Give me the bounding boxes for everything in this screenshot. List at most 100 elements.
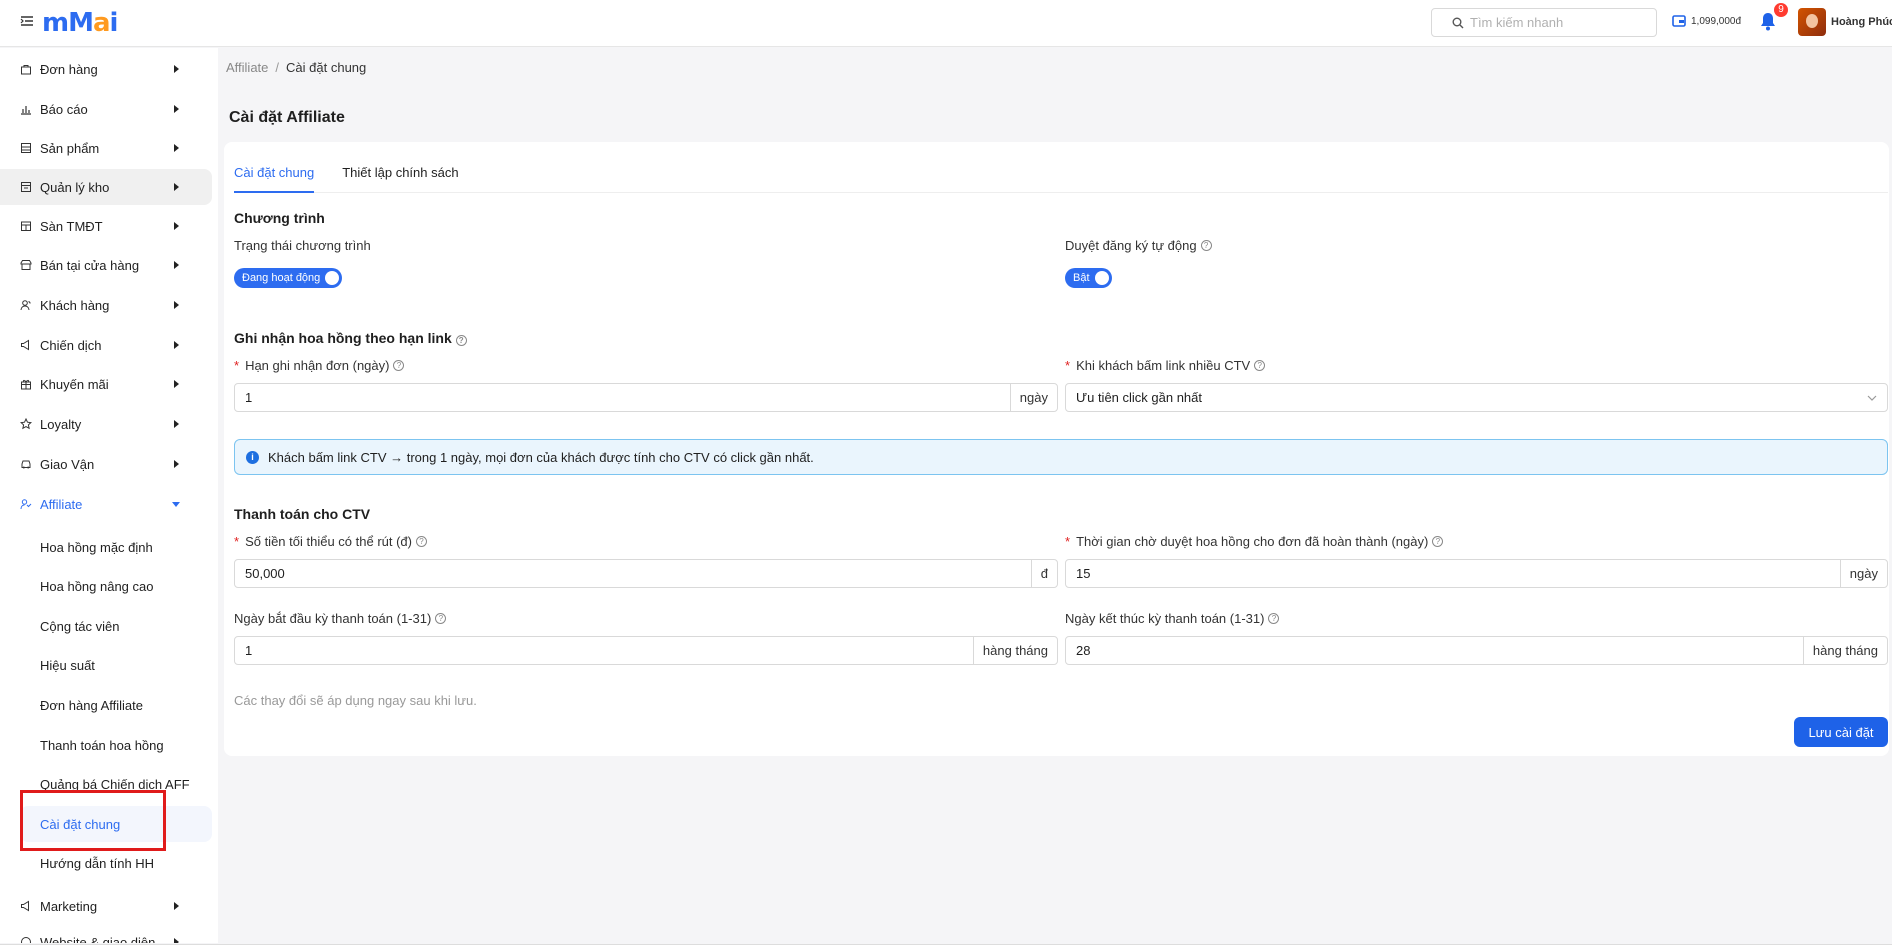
sidebar-subitem-performance[interactable]: Hiệu suất [0, 647, 212, 683]
caret-right-icon [174, 301, 179, 309]
sidebar-item-loyalty[interactable]: Loyalty [0, 406, 212, 442]
bag-icon [20, 63, 32, 75]
caret-right-icon [174, 902, 179, 910]
quick-search[interactable] [1431, 8, 1657, 37]
wait-time-field: ngày [1065, 559, 1888, 588]
sidebar-subitem-commission-payment[interactable]: Thanh toán hoa hồng [0, 727, 212, 763]
sidebar-item-pos[interactable]: Bán tại cửa hàng [0, 247, 212, 283]
sidebar-subitem-collaborators[interactable]: Cộng tác viên [0, 608, 212, 644]
sidebar-item-website[interactable]: Website & giao diện [0, 924, 212, 943]
sidebar-item-label: Affiliate [40, 496, 83, 512]
sidebar-subitem-advanced-commission[interactable]: Hoa hồng nâng cao [0, 568, 212, 604]
period-end-input[interactable] [1066, 637, 1803, 664]
multi-ctv-selected-value: Ưu tiên click gần nhất [1076, 390, 1203, 405]
bottom-scrollbar[interactable] [0, 944, 1892, 951]
affiliate-icon [20, 498, 32, 510]
section-title-payment: Thanh toán cho CTV [234, 506, 371, 522]
help-icon[interactable]: ? [1200, 240, 1212, 251]
chart-icon [20, 103, 32, 115]
sidebar-item-marketplace[interactable]: Sàn TMĐT [0, 208, 212, 244]
help-icon[interactable]: ? [455, 335, 467, 346]
help-icon[interactable]: ? [1432, 536, 1444, 547]
deadline-input[interactable] [235, 384, 1010, 411]
section-title-commission-text: Ghi nhận hoa hồng theo hạn link [234, 330, 452, 346]
sidebar-item-reports[interactable]: Báo cáo [0, 91, 212, 127]
info-alert-text: Khách bấm link CTV → trong 1 ngày, mọi đ… [268, 449, 814, 465]
sidebar-item-label: Marketing [40, 898, 98, 914]
min-withdraw-unit: đ [1030, 560, 1057, 587]
multi-ctv-label: * Khi khách bấm link nhiều CTV? [1065, 358, 1266, 373]
period-start-input[interactable] [235, 637, 973, 664]
menu-collapse-icon[interactable] [20, 14, 36, 30]
help-icon[interactable]: ? [416, 536, 427, 547]
sidebar-item-label: Sàn TMĐT [40, 218, 103, 234]
avatar [1798, 8, 1826, 36]
website-icon [20, 936, 32, 943]
sidebar-item-customers[interactable]: Khách hàng [0, 287, 212, 323]
wallet-balance[interactable]: 1,099,000đ [1672, 14, 1741, 28]
sidebar-item-label: Đơn hàng [40, 61, 98, 77]
shop-icon [20, 259, 32, 271]
sidebar-item-campaigns[interactable]: Chiến dịch [0, 327, 212, 363]
program-status-toggle[interactable]: Đang hoạt động [234, 268, 343, 288]
caret-right-icon [174, 420, 179, 428]
save-settings-button[interactable]: Lưu cài đặt [1794, 717, 1888, 747]
help-icon[interactable]: ? [1268, 613, 1280, 624]
auto-approve-toggle[interactable]: Bật [1065, 268, 1112, 288]
warehouse-icon [20, 181, 32, 193]
min-withdraw-input[interactable] [235, 560, 1031, 587]
min-withdraw-label: * Số tiền tối thiểu có thể rút (đ)? [234, 534, 427, 549]
auto-approve-label-text: Duyệt đăng ký tự động [1065, 238, 1197, 253]
info-icon: i [246, 450, 259, 464]
period-start-label: Ngày bắt đầu kỳ thanh toán (1-31)? [234, 611, 447, 626]
store-icon [20, 220, 32, 232]
caret-right-icon [174, 144, 179, 152]
program-status-label-text: Trạng thái chương trình [234, 238, 371, 253]
sidebar-subitem-campaign-promotion[interactable]: Quảng bá Chiến dịch AFF [0, 766, 212, 802]
wait-time-unit: ngày [1839, 560, 1887, 587]
deadline-label: * Hạn ghi nhận đơn (ngày)? [234, 358, 405, 373]
star-icon [20, 418, 32, 430]
sidebar-item-shipping[interactable]: Giao Vận [0, 446, 212, 482]
chevron-down-icon [1867, 395, 1877, 401]
multi-ctv-label-text: Khi khách bấm link nhiều CTV [1076, 358, 1251, 373]
sidebar-item-products[interactable]: Sản phẩm [0, 130, 212, 166]
bell-icon[interactable] [1759, 11, 1777, 34]
required-mark: * [1065, 534, 1071, 549]
search-input[interactable] [1470, 15, 1650, 30]
auto-approve-toggle-label: Bật [1073, 272, 1090, 284]
period-end-unit: hàng tháng [1802, 637, 1887, 664]
sidebar-item-promotions[interactable]: Khuyến mãi [0, 366, 212, 402]
required-mark: * [234, 534, 240, 549]
sidebar-item-affiliate[interactable]: Affiliate [0, 486, 212, 522]
tab-general-settings[interactable]: Cài đặt chung [234, 158, 315, 193]
help-icon[interactable]: ? [393, 360, 405, 371]
section-title-program: Chương trình [234, 210, 325, 226]
wait-time-label: * Thời gian chờ duyệt hoa hồng cho đơn đã… [1065, 534, 1444, 549]
help-icon[interactable]: ? [435, 613, 447, 624]
sidebar-item-marketing[interactable]: Marketing [0, 888, 212, 924]
tab-policy-setup[interactable]: Thiết lập chính sách [342, 158, 458, 193]
logo[interactable]: mMai [42, 8, 118, 38]
sidebar-subitem-default-commission[interactable]: Hoa hồng mặc định [0, 529, 212, 565]
sidebar-subitem-commission-guide[interactable]: Hướng dẫn tính HH [0, 845, 212, 881]
sidebar-item-label: Khuyến mãi [40, 376, 109, 392]
sidebar: Đơn hàng Báo cáo Sản phẩm Quản lý kho Sà… [0, 48, 218, 943]
sidebar-item-warehouse[interactable]: Quản lý kho [0, 169, 212, 205]
period-start-field: hàng tháng [234, 636, 1058, 665]
auto-approve-label: Duyệt đăng ký tự động? [1065, 238, 1212, 253]
user-menu[interactable]: Hoàng Phúc [1798, 8, 1892, 36]
breadcrumb-root[interactable]: Affiliate [226, 60, 268, 75]
marketing-icon [20, 900, 32, 912]
help-icon[interactable]: ? [1254, 360, 1266, 371]
car-icon [20, 458, 32, 470]
multi-ctv-select[interactable]: Ưu tiên click gần nhất [1065, 383, 1888, 412]
sidebar-subitem-affiliate-orders[interactable]: Đơn hàng Affiliate [0, 687, 212, 723]
wait-time-label-text: Thời gian chờ duyệt hoa hồng cho đơn đã … [1076, 534, 1429, 549]
sidebar-item-label: Quản lý kho [40, 179, 110, 195]
wait-time-input[interactable] [1066, 560, 1840, 587]
caret-right-icon [174, 65, 179, 73]
period-start-label-text: Ngày bắt đầu kỳ thanh toán (1-31) [234, 611, 432, 626]
sidebar-item-orders[interactable]: Đơn hàng [0, 51, 212, 87]
sidebar-subitem-general-settings[interactable]: Cài đặt chung [20, 806, 212, 842]
